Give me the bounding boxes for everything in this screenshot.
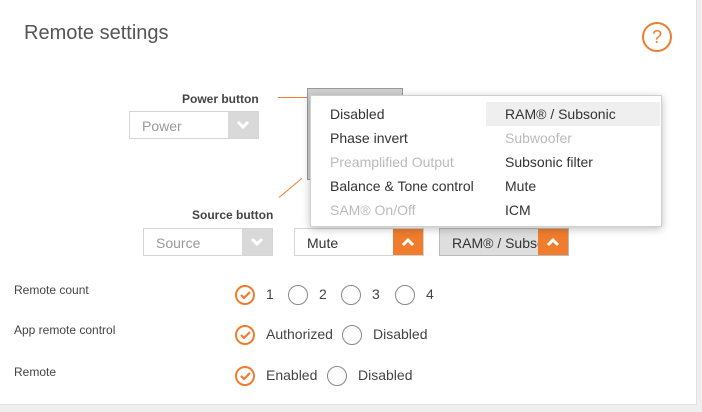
remote-option-disabled: Disabled (358, 367, 413, 383)
dropdown-item-subsonic-filter[interactable]: Subsonic filter (505, 150, 655, 174)
dropdown-item-icm[interactable]: ICM (505, 198, 655, 222)
remote-count-radio-2[interactable] (288, 285, 308, 305)
dropdown-item-mute[interactable]: Mute (505, 174, 655, 198)
remote-count-option-3: 3 (372, 286, 380, 302)
dropdown-item-preamplified-output: Preamplified Output (330, 154, 454, 170)
remote-count-radio-4[interactable] (395, 285, 415, 305)
checkmark-icon (240, 372, 251, 381)
checkmark-icon (240, 331, 251, 340)
dropdown-item-ram-subsonic[interactable]: RAM® / Subsonic (486, 102, 660, 126)
ram-subsonic-select[interactable]: RAM® / Subsonic (439, 228, 569, 256)
chevron-up-icon (393, 229, 423, 255)
help-icon[interactable]: ? (642, 22, 672, 52)
mute-select-value: Mute (307, 235, 339, 251)
chevron-down-icon (242, 229, 272, 255)
remote-count-radio-3[interactable] (341, 285, 361, 305)
power-button-label: Power button (182, 92, 259, 106)
remote-radio-disabled[interactable] (327, 366, 347, 386)
power-connector-line (278, 97, 308, 98)
power-select-value: Power (142, 118, 182, 134)
action-dropdown-menu: Disabled Phase invert Preamplified Outpu… (310, 95, 662, 227)
remote-count-option-4: 4 (426, 286, 434, 302)
remote-option-enabled: Enabled (266, 367, 318, 383)
page-title: Remote settings (24, 22, 169, 44)
app-remote-option-disabled: Disabled (373, 326, 428, 342)
source-select[interactable]: Source (143, 228, 273, 256)
mute-select[interactable]: Mute (294, 228, 424, 256)
chevron-up-icon (538, 229, 568, 255)
source-connector-line (278, 177, 303, 198)
chevron-down-icon (228, 112, 258, 138)
dropdown-item-phase-invert[interactable]: Phase invert (330, 126, 485, 150)
source-select-value: Source (156, 235, 201, 251)
remote-count-radio-1[interactable] (235, 285, 255, 305)
app-remote-radio-authorized[interactable] (235, 325, 255, 345)
dropdown-item-subwoofer: Subwoofer (505, 130, 572, 146)
dropdown-item-sam: SAM® On/Off (330, 202, 416, 218)
remote-label: Remote (14, 365, 57, 379)
app-remote-option-authorized: Authorized (266, 326, 333, 342)
remote-count-option-1: 1 (266, 286, 274, 302)
app-remote-radio-disabled[interactable] (342, 325, 362, 345)
source-button-label: Source button (192, 208, 274, 222)
checkmark-icon (240, 291, 251, 300)
settings-panel: Remote settings ? Power button Power Sou… (0, 0, 697, 405)
remote-radio-enabled[interactable] (235, 366, 255, 386)
app-remote-label: App remote control (14, 323, 116, 337)
remote-count-label: Remote count (14, 283, 89, 297)
dropdown-item-balance-tone[interactable]: Balance & Tone control (330, 174, 490, 198)
dropdown-item-disabled[interactable]: Disabled (330, 102, 485, 126)
power-select[interactable]: Power (129, 111, 259, 139)
remote-count-option-2: 2 (319, 286, 327, 302)
